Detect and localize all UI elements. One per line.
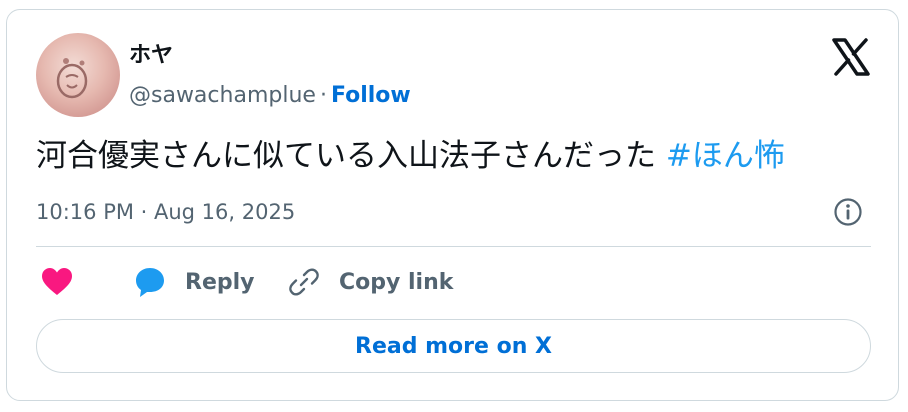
handle-separator: · (319, 83, 327, 108)
follow-button[interactable]: Follow (331, 83, 411, 108)
link-icon (289, 268, 319, 296)
tweet-text: 河合優実さんに似ている入山法子さんだった #ほん怖 (36, 136, 886, 176)
info-icon[interactable] (833, 197, 863, 227)
read-more-button[interactable]: Read more on X (36, 319, 871, 373)
avatar-image (56, 58, 88, 99)
hashtag-link[interactable]: #ほん怖 (666, 138, 785, 174)
reply-label: Reply (185, 269, 255, 295)
display-name[interactable]: ホヤ (129, 43, 173, 69)
read-more-label: Read more on X (355, 333, 552, 359)
tweet-body: 河合優実さんに似ている入山法子さんだった (36, 138, 656, 174)
heart-icon (42, 268, 72, 295)
tweet-timestamp[interactable]: 10:16 PM · Aug 16, 2025 (36, 198, 295, 226)
reply-bubble-icon (136, 268, 164, 297)
embedded-tweet-card: ホヤ @sawachamplue · Follow 河合優実さんに似ている入山法子さ… (6, 9, 899, 401)
avatar[interactable] (36, 33, 120, 117)
copy-link-button[interactable]: Copy link (287, 262, 453, 302)
like-button[interactable] (40, 262, 74, 302)
divider (36, 246, 871, 247)
reply-button[interactable]: Reply (133, 262, 255, 302)
x-logo-icon[interactable] (830, 36, 872, 78)
handle-row: @sawachamplue · Follow (129, 82, 411, 110)
copy-link-label: Copy link (339, 269, 454, 295)
user-handle[interactable]: @sawachamplue (129, 83, 316, 108)
